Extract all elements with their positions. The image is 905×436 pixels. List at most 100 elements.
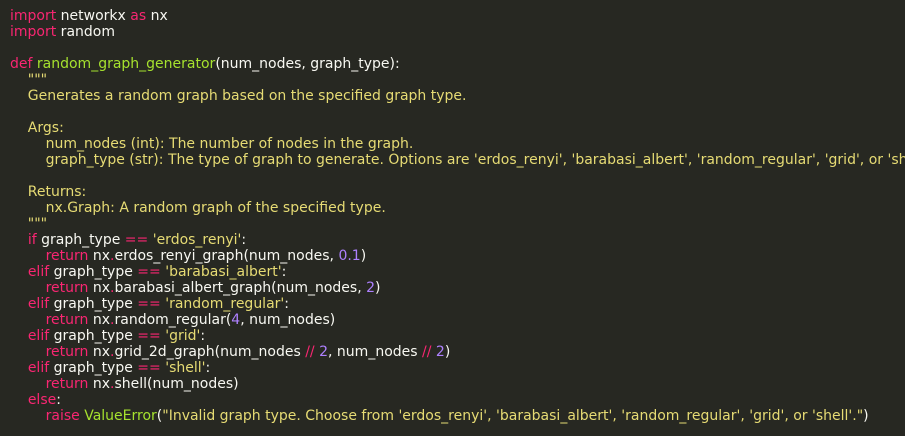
code-token: 2 bbox=[319, 344, 329, 360]
code-line: import networkx as nx bbox=[10, 8, 900, 24]
code-token: graph_type bbox=[49, 264, 138, 280]
code-token: import bbox=[10, 8, 57, 24]
code-token: , num_nodes bbox=[328, 344, 422, 360]
code-line: elif graph_type == 'barabasi_albert': bbox=[10, 264, 900, 280]
code-token: graph_type (str): The type of graph to g… bbox=[10, 152, 905, 168]
code-token: graph_type bbox=[49, 360, 138, 376]
code-token: grid_2d_graph(num_nodes bbox=[114, 344, 306, 360]
code-line: Returns: bbox=[10, 184, 900, 200]
code-line: return nx.shell(num_nodes) bbox=[10, 376, 900, 392]
code-token: num_nodes (int): The number of nodes in … bbox=[10, 136, 414, 152]
code-token: nx bbox=[88, 280, 111, 296]
code-line: if graph_type == 'erdos_renyi': bbox=[10, 232, 900, 248]
code-token: networkx bbox=[56, 8, 131, 24]
code-token: nx bbox=[88, 312, 111, 328]
code-editor[interactable]: import networkx as nx import random def ra… bbox=[10, 8, 905, 432]
code-token: (num_nodes, graph_type): bbox=[215, 56, 400, 72]
code-line: elif graph_type == 'grid': bbox=[10, 328, 900, 344]
code-token: elif bbox=[27, 264, 50, 280]
code-token: shell(num_nodes) bbox=[114, 376, 239, 392]
code-token: == bbox=[137, 360, 161, 376]
code-line: elif graph_type == 'shell': bbox=[10, 360, 900, 376]
code-line: num_nodes (int): The number of nodes in … bbox=[10, 136, 900, 152]
code-token: 0.1 bbox=[338, 248, 361, 264]
code-token: , num_nodes) bbox=[240, 312, 336, 328]
code-token: as bbox=[130, 8, 147, 24]
code-token: nx bbox=[146, 8, 168, 24]
code-token: 'random_regular' bbox=[165, 296, 285, 312]
code-line: """ bbox=[10, 216, 900, 232]
code-token: "Invalid graph type. Choose from 'erdos_… bbox=[162, 408, 864, 424]
code-token: graph_type bbox=[49, 328, 138, 344]
code-token: def bbox=[10, 56, 33, 72]
code-token: : bbox=[284, 296, 289, 312]
code-token: return bbox=[45, 248, 89, 264]
code-token: 'barabasi_albert' bbox=[165, 264, 282, 280]
code-token: == bbox=[124, 232, 149, 248]
code-token: random bbox=[56, 24, 115, 40]
code-token: ) bbox=[444, 344, 451, 360]
code-token: return bbox=[45, 312, 89, 328]
code-token: : bbox=[205, 360, 211, 376]
code-token: 'shell' bbox=[165, 360, 206, 376]
code-token: : bbox=[200, 328, 206, 344]
code-token: 2 bbox=[366, 280, 376, 296]
code-line: elif graph_type == 'random_regular': bbox=[10, 296, 900, 312]
code-line: raise ValueError("Invalid graph type. Ch… bbox=[10, 408, 900, 424]
code-line: return nx.barabasi_albert_graph(num_node… bbox=[10, 280, 900, 296]
code-token: : bbox=[281, 264, 287, 280]
code-token: == bbox=[137, 264, 161, 280]
code-token: ) bbox=[863, 408, 869, 424]
code-token: elif bbox=[27, 296, 50, 312]
code-block: import networkx as nx import random def ra… bbox=[10, 8, 905, 424]
code-token: return bbox=[45, 280, 89, 296]
code-token: 2 bbox=[435, 344, 445, 360]
code-token: ) bbox=[360, 248, 367, 264]
code-line: return nx.erdos_renyi_graph(num_nodes, 0… bbox=[10, 248, 900, 264]
code-token: return bbox=[45, 344, 89, 360]
code-line: Generates a random graph based on the sp… bbox=[10, 88, 900, 104]
code-token: nx.Graph: A random graph of the specifie… bbox=[10, 200, 386, 216]
code-line: graph_type (str): The type of graph to g… bbox=[10, 152, 905, 168]
code-token: 'erdos_renyi' bbox=[152, 232, 242, 248]
code-token: else bbox=[27, 392, 57, 408]
code-token: Returns: bbox=[10, 184, 87, 200]
code-token: elif bbox=[27, 360, 50, 376]
code-token: nx bbox=[88, 376, 111, 392]
code-token: nx bbox=[88, 248, 111, 264]
code-token: : bbox=[241, 232, 247, 248]
code-token: if bbox=[27, 232, 37, 248]
code-token: 'grid' bbox=[165, 328, 201, 344]
code-line: """ bbox=[10, 72, 900, 88]
code-line: return nx.random_regular(4, num_nodes) bbox=[10, 312, 900, 328]
code-token: raise bbox=[45, 408, 80, 424]
code-token: random_regular( bbox=[114, 312, 232, 328]
code-line: return nx.grid_2d_graph(num_nodes // 2, … bbox=[10, 344, 900, 360]
code-token: graph_type bbox=[49, 296, 138, 312]
code-token: == bbox=[137, 296, 161, 312]
code-line: def random_graph_generator(num_nodes, gr… bbox=[10, 56, 900, 72]
code-token: import bbox=[10, 24, 57, 40]
code-token: return bbox=[45, 376, 89, 392]
code-token: """ bbox=[10, 216, 48, 232]
code-token: erdos_renyi_graph(num_nodes, bbox=[114, 248, 339, 264]
code-token: ValueError bbox=[84, 408, 157, 424]
code-token: == bbox=[137, 328, 161, 344]
code-token: Generates a random graph based on the sp… bbox=[10, 88, 467, 104]
code-token: """ bbox=[10, 72, 48, 88]
code-line: else: bbox=[10, 392, 900, 408]
code-line: nx.Graph: A random graph of the specifie… bbox=[10, 200, 900, 216]
